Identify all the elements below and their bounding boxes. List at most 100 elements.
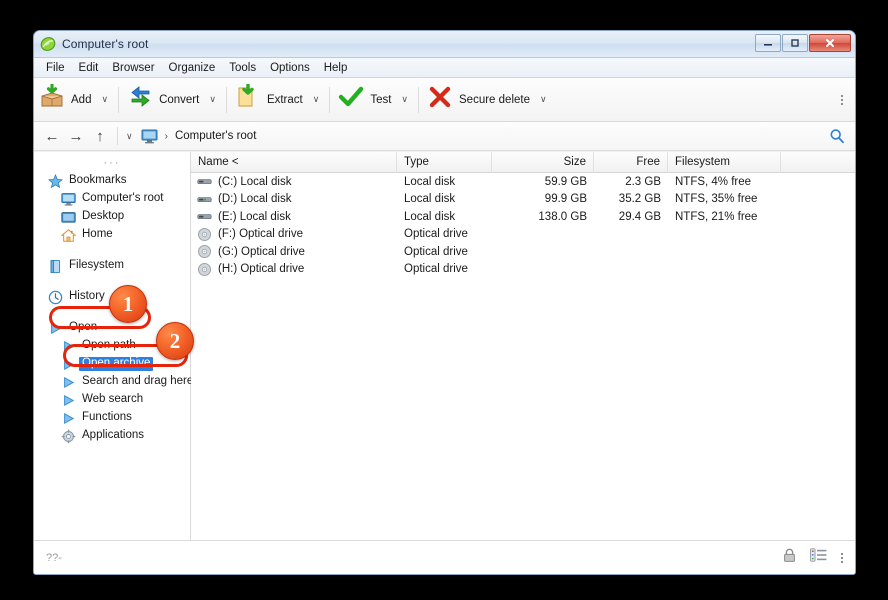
sidebar-item-applications[interactable]: Applications — [34, 427, 190, 445]
status-overflow-icon[interactable] — [841, 552, 843, 563]
convert-button[interactable]: Convert — [122, 82, 205, 118]
cell-free: 35.2 GB — [618, 193, 661, 206]
list-view-icon[interactable] — [810, 548, 827, 567]
breadcrumb[interactable]: Computer's root — [175, 130, 256, 142]
menu-browser[interactable]: Browser — [105, 60, 161, 76]
window-controls — [755, 34, 851, 52]
sidebar-item-computers-root[interactable]: Computer's root — [34, 190, 190, 208]
column-header-free[interactable]: Free — [594, 151, 668, 173]
toolbar-separator — [225, 86, 227, 113]
red-x-icon — [427, 84, 453, 115]
search-icon[interactable] — [829, 122, 845, 150]
cell-name: (D:) Local disk — [191, 191, 397, 209]
chevron-down-icon[interactable]: ∨ — [121, 131, 138, 142]
menu-help[interactable]: Help — [317, 60, 355, 76]
check-mark-icon — [338, 84, 364, 115]
status-bar: ??- — [34, 540, 855, 574]
forward-button[interactable]: → — [64, 125, 88, 147]
extract-folder-icon — [235, 83, 261, 115]
address-separator — [117, 127, 118, 145]
cell-type: Local disk — [404, 193, 456, 206]
table-row[interactable]: (H:) Optical drive Optical drive — [191, 261, 855, 279]
sidebar-item-home[interactable]: Home — [34, 226, 190, 244]
test-button-label: Test — [370, 93, 392, 106]
menu-organize[interactable]: Organize — [162, 60, 223, 76]
sidebar-item-label: Functions — [82, 411, 132, 424]
cell-size — [492, 261, 594, 279]
desktop-icon — [61, 210, 76, 225]
test-dropdown-caret[interactable]: ∨ — [397, 94, 415, 105]
table-row[interactable]: (G:) Optical drive Optical drive — [191, 243, 855, 261]
play-arrow-icon — [48, 321, 63, 336]
convert-button-label: Convert — [159, 93, 200, 106]
column-header-filesystem[interactable]: Filesystem — [668, 151, 781, 173]
annotation-callout-2: 2 — [156, 322, 194, 360]
computer-monitor-icon[interactable] — [141, 129, 158, 144]
cell-free — [594, 226, 668, 244]
clock-icon — [48, 290, 63, 305]
window-title: Computer's root — [62, 37, 149, 51]
sidebar-item-desktop[interactable]: Desktop — [34, 208, 190, 226]
up-button[interactable]: ↑ — [88, 125, 112, 147]
table-row[interactable]: (F:) Optical drive Optical drive — [191, 226, 855, 244]
sidebar-item-label: Open — [69, 321, 98, 334]
column-header-name[interactable]: Name < — [191, 151, 397, 173]
column-header-type[interactable]: Type — [397, 151, 492, 173]
minimize-button[interactable] — [755, 34, 781, 52]
sidebar-collapse-handle[interactable]: ··· — [34, 154, 190, 172]
toolbar-overflow-icon[interactable] — [835, 78, 849, 121]
main-toolbar: Add ∨ Convert ∨ Extract ∨ Test ∨ Secure … — [34, 78, 855, 122]
close-button[interactable] — [809, 34, 851, 52]
padlock-icon[interactable] — [783, 548, 796, 568]
toolbar-separator — [118, 86, 120, 113]
cell-filesystem — [668, 226, 781, 244]
extract-dropdown-caret[interactable]: ∨ — [309, 94, 327, 105]
extract-button-label: Extract — [266, 93, 303, 106]
column-header-size[interactable]: Size — [492, 151, 594, 173]
table-row[interactable]: (D:) Local disk Local disk 99.9 GB 35.2 … — [191, 191, 855, 209]
test-button[interactable]: Test — [333, 82, 397, 118]
sidebar-item-label: Applications — [82, 429, 145, 442]
menu-options[interactable]: Options — [263, 60, 317, 76]
cell-size: 59.9 GB — [544, 175, 587, 188]
maximize-button[interactable] — [782, 34, 808, 52]
cell-type: Optical drive — [404, 228, 468, 241]
cell-size: 138.0 GB — [538, 210, 587, 223]
back-button[interactable]: ← — [40, 125, 64, 147]
toolbar-group-add: Add ∨ — [34, 78, 115, 121]
menu-tools[interactable]: Tools — [222, 60, 263, 76]
sidebar-item-web-search[interactable]: Web search — [34, 391, 190, 409]
column-header-row: Name < Type Size Free Filesystem — [191, 151, 855, 173]
cell-name-text: (H:) Optical drive — [218, 263, 305, 276]
sidebar-item-search-and-drag-here[interactable]: Search and drag here — [34, 373, 193, 391]
add-dropdown-caret[interactable]: ∨ — [97, 94, 115, 105]
optical-disc-icon — [197, 244, 212, 259]
sidebar-item-label: Desktop — [82, 210, 125, 223]
cell-size — [492, 226, 594, 244]
file-list: Name < Type Size Free Filesystem (C:) Lo… — [191, 151, 855, 540]
application-window: Computer's root File Edit Browser Organi… — [33, 30, 856, 575]
play-arrow-icon — [61, 357, 76, 372]
sidebar-item-functions[interactable]: Functions — [34, 409, 190, 427]
sidebar-item-bookmarks[interactable]: Bookmarks — [34, 172, 190, 190]
menu-edit[interactable]: Edit — [72, 60, 106, 76]
peazip-leaf-icon — [40, 36, 56, 52]
gear-icon — [61, 429, 76, 444]
menu-file[interactable]: File — [39, 60, 72, 76]
sidebar-item-label: Web search — [82, 393, 144, 406]
secure-delete-button[interactable]: Secure delete — [422, 82, 536, 118]
secure-delete-dropdown-caret[interactable]: ∨ — [536, 94, 554, 105]
breadcrumb-separator: › — [164, 130, 168, 142]
optical-disc-icon — [197, 262, 212, 277]
cell-filesystem — [668, 243, 781, 261]
convert-dropdown-caret[interactable]: ∨ — [205, 94, 223, 105]
star-icon — [47, 173, 64, 189]
table-row[interactable]: (C:) Local disk Local disk 59.9 GB 2.3 G… — [191, 173, 855, 191]
column-header-extra[interactable] — [781, 152, 855, 173]
extract-button[interactable]: Extract — [230, 82, 309, 118]
table-row[interactable]: (E:) Local disk Local disk 138.0 GB 29.4… — [191, 208, 855, 226]
address-bar: ← → ↑ ∨ › Computer's root — [34, 122, 855, 151]
add-button[interactable]: Add — [34, 82, 97, 118]
title-bar: Computer's root — [34, 31, 855, 58]
sidebar-item-filesystem[interactable]: Filesystem — [34, 257, 190, 275]
